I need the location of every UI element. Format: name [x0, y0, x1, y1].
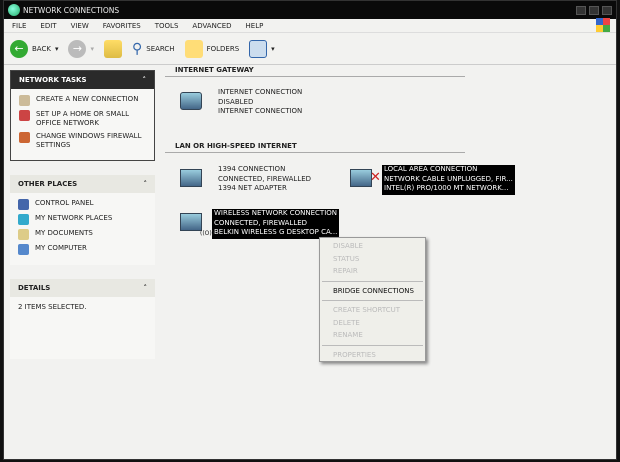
network-connections-icon [8, 4, 20, 16]
section-internet-gateway: Internet Gateway [165, 64, 465, 77]
control-panel-link[interactable]: Control Panel [18, 199, 147, 210]
menu-favorites[interactable]: Favorites [103, 22, 141, 30]
menu-advanced[interactable]: Advanced [192, 22, 231, 30]
menu-item-disable: Disable [333, 242, 363, 250]
menu-view[interactable]: View [71, 22, 89, 30]
menu-item-rename: Rename [333, 331, 363, 339]
minimize-button[interactable] [576, 5, 586, 15]
home-network-link[interactable]: Set up a home or small office network [19, 110, 146, 128]
back-button[interactable]: ← Back ▾ [10, 39, 59, 58]
menu-separator [322, 280, 423, 282]
collapse-icon[interactable]: ˄ [144, 180, 148, 188]
my-network-places-link[interactable]: My Network Places [18, 214, 147, 225]
connection-item[interactable]: ((o)) Wireless Network Connection Connect… [178, 209, 340, 239]
network-tasks-panel: Network Tasks ˄ Create a new connection S… [10, 70, 155, 161]
folders-button[interactable]: Folders [184, 39, 239, 58]
firewall-icon [19, 132, 30, 143]
menu-separator [322, 300, 423, 301]
menu-item-delete: Delete [333, 318, 360, 327]
task-pane: Network Tasks ˄ Create a new connection S… [10, 70, 155, 373]
other-places-panel: Other Places ˄ Control Panel My Network P… [10, 175, 155, 265]
up-folder-icon [103, 39, 122, 58]
home-network-icon [19, 110, 30, 121]
close-button[interactable] [602, 5, 612, 15]
menu-tools[interactable]: Tools [155, 22, 179, 30]
details-text: 2 items selected. [18, 303, 87, 311]
menu-separator [322, 344, 423, 346]
up-folder-button[interactable] [103, 39, 122, 58]
forward-button[interactable]: → ▾ [68, 39, 94, 58]
network-places-icon [18, 214, 29, 225]
toolbar: ← Back ▾ → ▾ ⚲ Search Folders ▾ [4, 33, 616, 65]
content-area: Internet Gateway LAN or High-Speed Inter… [165, 64, 614, 153]
documents-icon [18, 229, 29, 240]
menu-item-repair: Repair [333, 267, 358, 275]
collapse-icon[interactable]: ˄ [143, 76, 147, 84]
my-computer-link[interactable]: My Computer [18, 244, 147, 255]
chevron-down-icon: ▾ [271, 44, 275, 53]
forward-arrow-icon: → [68, 39, 87, 58]
details-header[interactable]: Details ˄ [10, 279, 155, 297]
search-button[interactable]: ⚲ Search [132, 41, 175, 57]
gateway-item[interactable]: Internet Connection Disabled Internet Conn… [178, 88, 302, 118]
menu-edit[interactable]: Edit [40, 22, 56, 30]
views-icon [249, 39, 268, 58]
context-menu: Disable Status Repair Bridge Connections… [319, 237, 426, 362]
folders-icon [184, 39, 203, 58]
menu-item-status: Status [333, 254, 360, 263]
connection-item[interactable]: ✕ Local Area Connection Network cable unp… [348, 165, 515, 195]
network-tasks-header[interactable]: Network Tasks ˄ [11, 71, 154, 89]
search-icon: ⚲ [131, 40, 143, 57]
menu-item-properties: Properties [333, 350, 376, 359]
firewall-link[interactable]: Change Windows Firewall settings [19, 132, 146, 150]
other-places-header[interactable]: Other Places ˄ [10, 175, 155, 193]
windows-logo-icon [596, 18, 610, 32]
create-connection-link[interactable]: Create a new connection [19, 95, 146, 106]
back-arrow-icon: ← [10, 39, 28, 58]
title-bar: Network Connections [4, 1, 616, 19]
wireless-connection-icon: ((o)) [178, 209, 214, 239]
menu-item-bridge-connections[interactable]: Bridge Connections [320, 285, 425, 298]
menu-bar: File Edit View Favorites Tools Advanced … [4, 18, 616, 33]
menu-help[interactable]: Help [246, 22, 264, 30]
maximize-button[interactable] [589, 5, 599, 15]
window-title: Network Connections [23, 5, 120, 15]
connection-item[interactable]: 1394 Connection Connected, Firewalled 1394… [178, 165, 311, 195]
views-button[interactable]: ▾ [249, 39, 275, 58]
internet-gateway-icon [178, 88, 212, 118]
my-documents-link[interactable]: My Documents [18, 229, 147, 240]
control-panel-icon [18, 199, 29, 210]
collapse-icon[interactable]: ˄ [144, 284, 148, 292]
chevron-down-icon[interactable]: ▾ [55, 45, 59, 53]
lan-disconnected-icon: ✕ [348, 165, 382, 195]
new-connection-icon [19, 95, 30, 106]
menu-item-create-shortcut: Create Shortcut [333, 306, 401, 314]
chevron-down-icon[interactable]: ▾ [90, 45, 94, 53]
section-lan: LAN or High-Speed Internet [165, 140, 465, 153]
computer-icon [18, 244, 29, 255]
1394-connection-icon [178, 165, 212, 195]
details-panel: Details ˄ 2 items selected. [10, 279, 155, 359]
menu-file[interactable]: File [12, 22, 26, 30]
